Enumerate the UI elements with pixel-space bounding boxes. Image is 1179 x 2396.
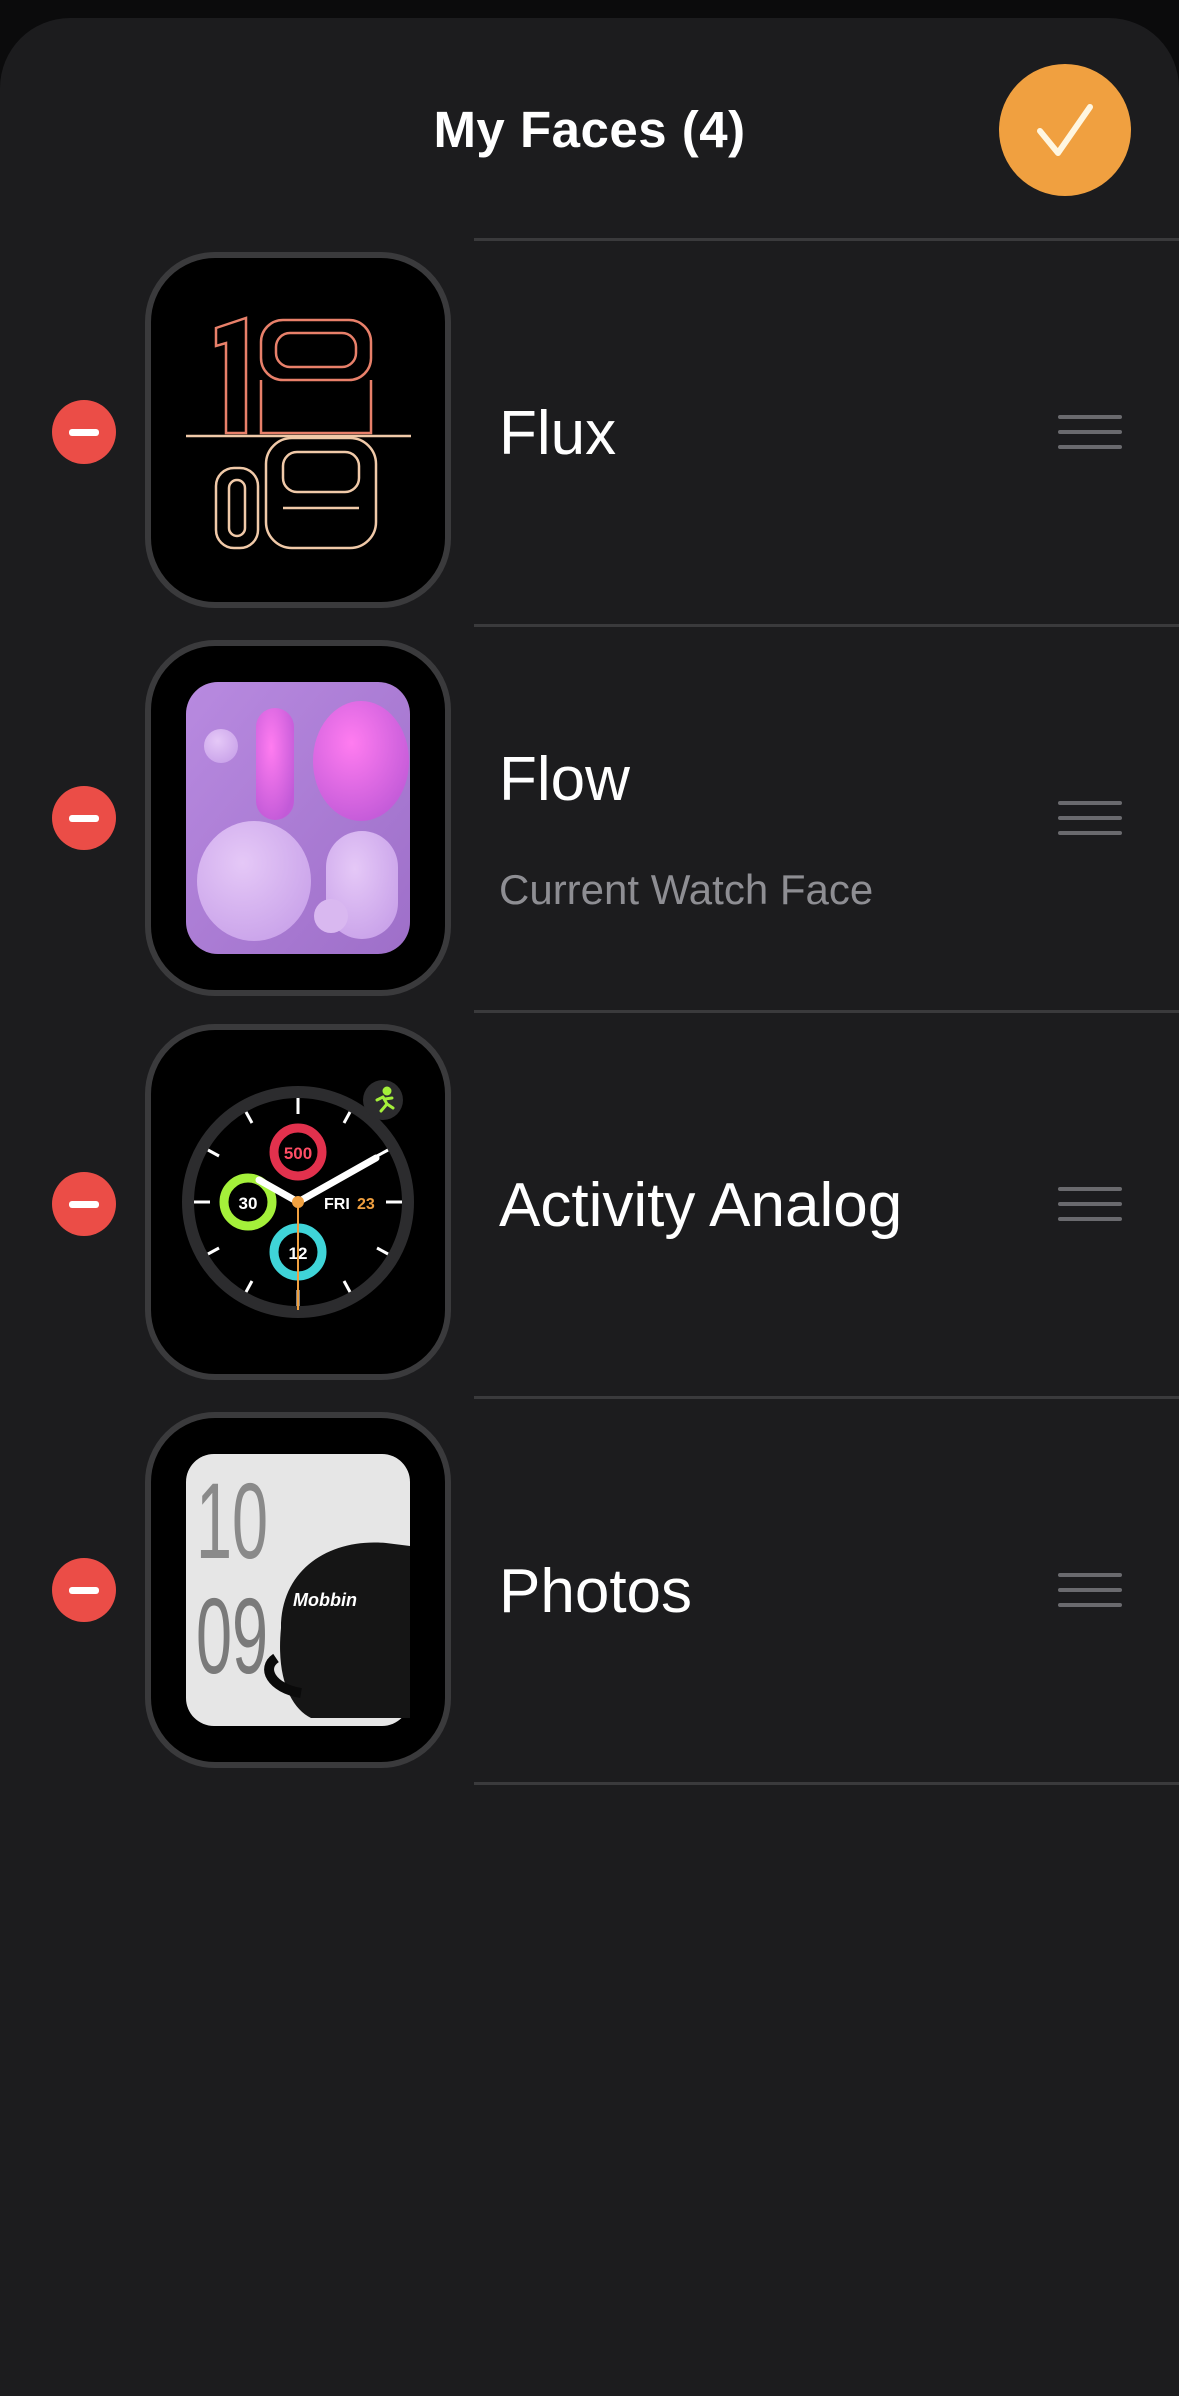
done-button[interactable] [999, 64, 1131, 196]
face-subtitle: Current Watch Face [499, 866, 874, 913]
watch-face-thumbnail-photos: 10 09 Mobbin [145, 1412, 451, 1768]
activity-analog-graphic: 500 30 12 FRI 23 [182, 1080, 414, 1318]
delete-button[interactable] [52, 786, 116, 850]
minus-icon [69, 1586, 99, 1594]
face-name: Activity Analog [499, 1171, 903, 1240]
flux-face-graphic [186, 316, 411, 550]
watch-face-thumbnail-activity-analog: 500 30 12 FRI 23 [145, 1024, 451, 1380]
face-name: Photos [499, 1557, 693, 1626]
checkmark-icon [1037, 104, 1093, 156]
date-day: FRI [324, 1196, 350, 1213]
reorder-handle-icon[interactable] [1058, 1187, 1122, 1221]
my-faces-sheet: My Faces (4) Flux Flow Current Watch Fac… [0, 18, 1179, 2396]
list-item-flux[interactable]: Flux [0, 240, 1179, 626]
delete-button[interactable] [52, 1558, 116, 1622]
date-number: 23 [357, 1196, 375, 1213]
cap-text: Mobbin [293, 1590, 357, 1610]
list-item-flow[interactable]: Flow Current Watch Face [0, 626, 1179, 1012]
photo-time-bottom: 09 [196, 1575, 268, 1696]
list-item-activity-analog[interactable]: 500 30 12 FRI 23 Activity Analog [0, 1012, 1179, 1398]
exercise-value: 30 [239, 1194, 258, 1213]
photo-time-top: 10 [196, 1460, 268, 1581]
delete-button[interactable] [52, 400, 116, 464]
face-name: Flux [499, 399, 617, 468]
reorder-handle-icon[interactable] [1058, 415, 1122, 449]
face-name: Flow [499, 745, 630, 814]
flow-face-graphic [186, 682, 410, 954]
minus-icon [69, 1200, 99, 1208]
reorder-handle-icon[interactable] [1058, 1573, 1122, 1607]
list-item-photos[interactable]: 10 09 Mobbin Photos [0, 1398, 1179, 1784]
watch-face-thumbnail-flow [145, 640, 451, 996]
minus-icon [69, 814, 99, 822]
minus-icon [69, 428, 99, 436]
separator [474, 1782, 1179, 1785]
move-value: 500 [284, 1144, 312, 1163]
reorder-handle-icon[interactable] [1058, 801, 1122, 835]
photos-face-graphic: 10 09 Mobbin [186, 1454, 410, 1726]
watch-face-thumbnail-flux [145, 252, 451, 608]
delete-button[interactable] [52, 1172, 116, 1236]
